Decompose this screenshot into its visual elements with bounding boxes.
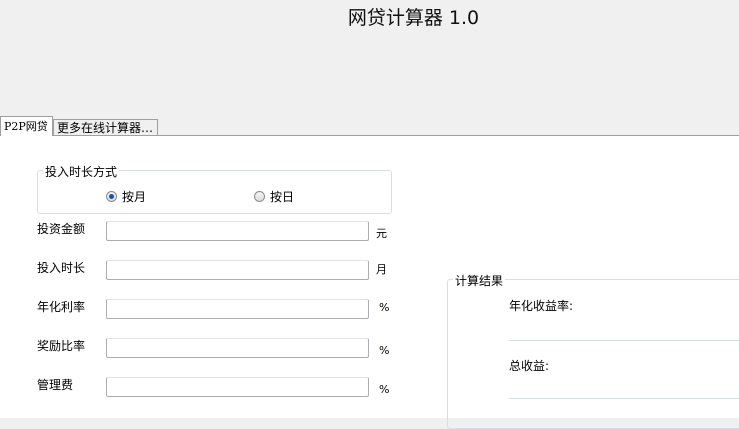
reward-ratio-input[interactable] — [106, 338, 369, 358]
window-title: 网贷计算器 1.0 — [347, 7, 480, 29]
annual-rate-input[interactable] — [106, 299, 369, 319]
radio-unchecked-icon[interactable] — [254, 191, 265, 202]
investment-duration-label: 投入时长 — [37, 261, 86, 275]
radio-by-month-label: 按月 — [122, 190, 147, 204]
radio-by-day-label: 按日 — [270, 190, 295, 204]
tab-more-calculators[interactable]: 更多在线计算器… — [53, 119, 158, 136]
investment-amount-unit: 元 — [376, 227, 387, 240]
radio-checked-icon[interactable] — [106, 191, 117, 202]
investment-amount-input[interactable] — [106, 221, 369, 241]
annual-yield-label: 年化收益率: — [509, 299, 574, 313]
tab-p2p[interactable]: P2P网贷 — [0, 116, 53, 136]
invest-mode-group: 投入时长方式 按月 按日 — [37, 163, 392, 214]
annual-yield-divider — [509, 340, 739, 341]
management-fee-input[interactable] — [106, 377, 369, 397]
results-legend: 计算结果 — [453, 272, 506, 289]
total-income-label: 总收益: — [509, 359, 550, 373]
tab-bar: P2P网贷 更多在线计算器… — [0, 116, 739, 136]
annual-rate-unit: % — [379, 301, 390, 314]
results-group: 计算结果 年化收益率: 总收益: — [447, 272, 739, 429]
management-fee-label: 管理费 — [37, 378, 74, 392]
reward-ratio-unit: % — [379, 344, 390, 357]
invest-mode-legend: 投入时长方式 — [43, 163, 120, 180]
radio-by-month[interactable]: 按月 — [106, 188, 146, 205]
tab-panel-p2p: 投入时长方式 按月 按日 投资金额 元 投入时长 月 年化利率 % 奖励比率 %… — [0, 135, 739, 429]
reward-ratio-label: 奖励比率 — [37, 339, 86, 353]
investment-duration-unit: 月 — [376, 263, 387, 276]
radio-by-day[interactable]: 按日 — [254, 188, 294, 205]
investment-amount-label: 投资金额 — [37, 222, 86, 236]
total-income-divider — [509, 398, 739, 399]
management-fee-unit: % — [379, 383, 390, 396]
investment-duration-input[interactable] — [106, 260, 369, 280]
annual-rate-label: 年化利率 — [37, 300, 86, 314]
